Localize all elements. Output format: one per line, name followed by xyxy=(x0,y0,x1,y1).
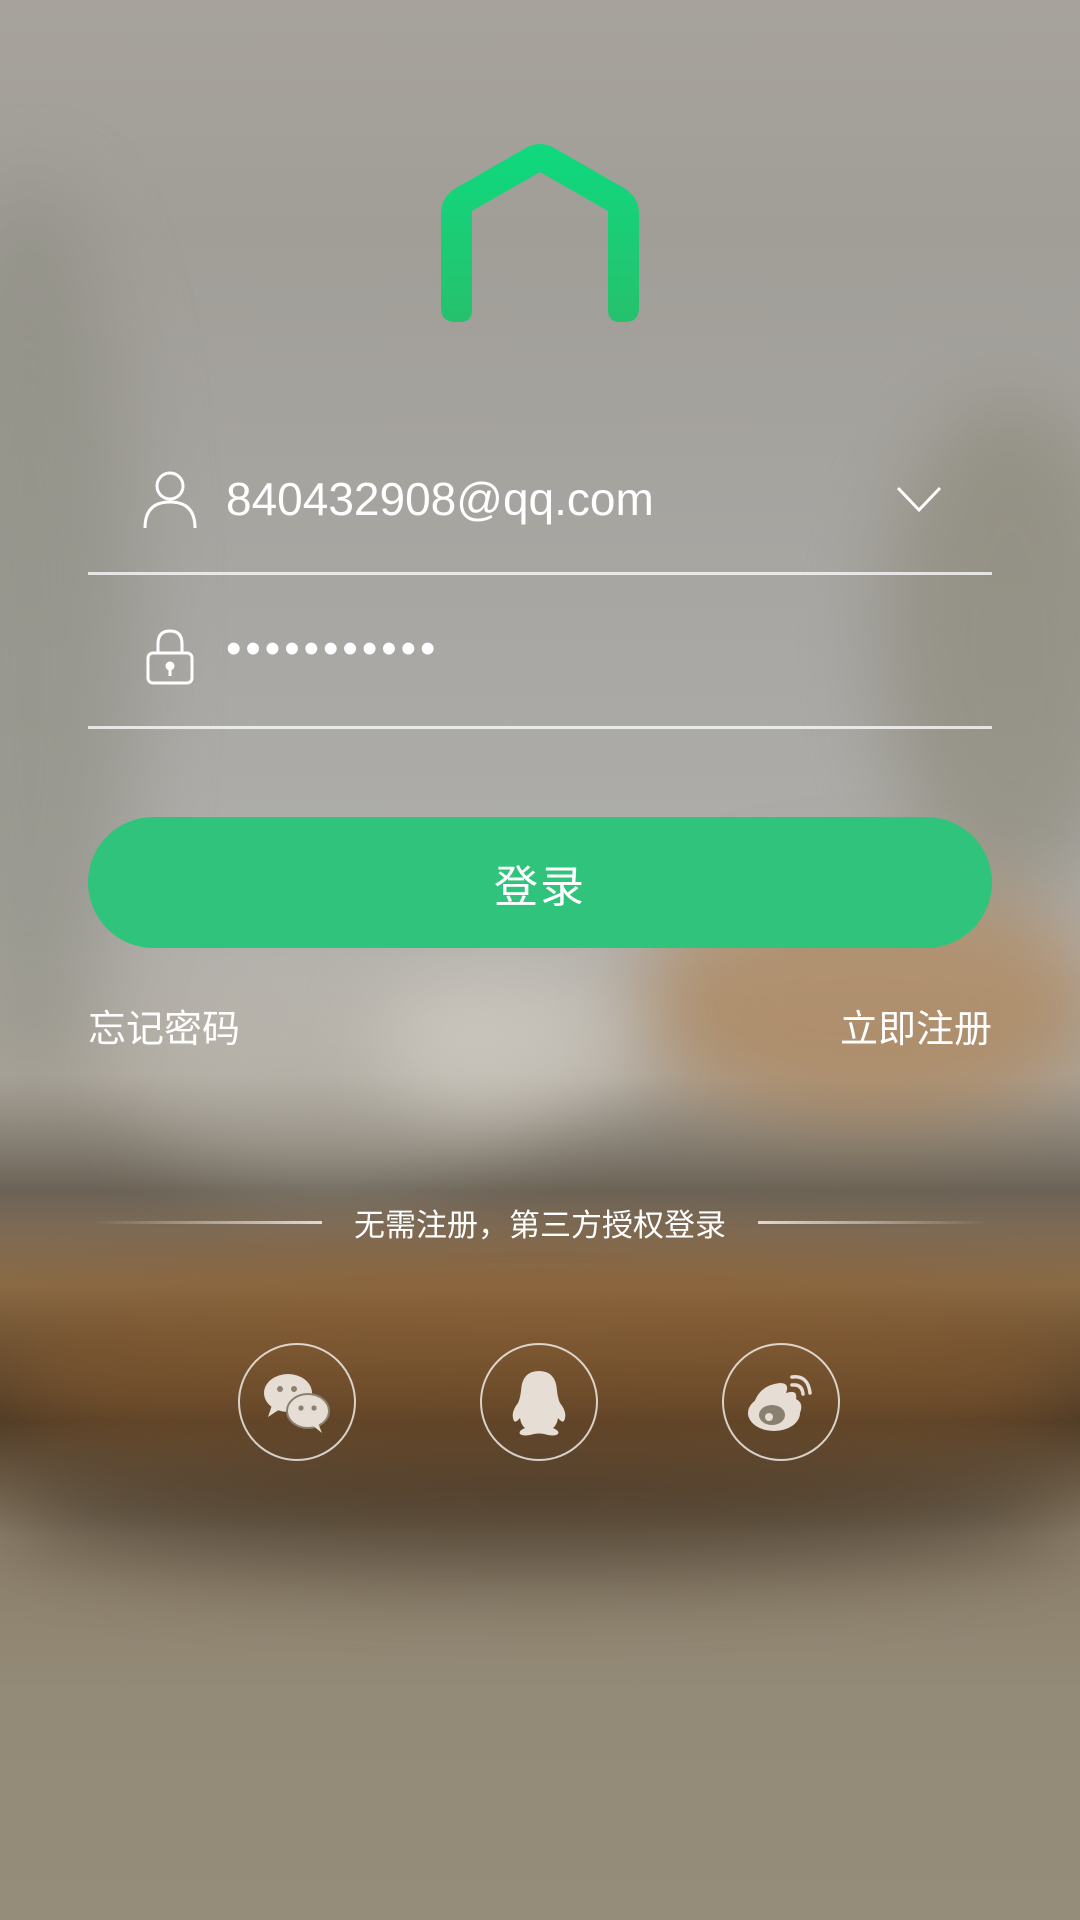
chevron-down-icon[interactable] xyxy=(896,484,942,514)
wechat-icon xyxy=(264,1374,330,1433)
third-party-login-caption: 无需注册，第三方授权登录 xyxy=(354,1208,726,1244)
weibo-login-button[interactable] xyxy=(722,1343,840,1461)
password-input[interactable]: ••••••••••• xyxy=(226,624,439,674)
forgot-password-link[interactable]: 忘记密码 xyxy=(88,998,240,1053)
account-field-row[interactable]: 840432908@qq.com xyxy=(88,422,992,575)
weibo-icon xyxy=(748,1375,812,1431)
divider-line-right xyxy=(758,1221,988,1224)
divider-line-left xyxy=(92,1221,322,1224)
register-link[interactable]: 立即注册 xyxy=(840,998,992,1053)
lock-icon xyxy=(146,629,194,685)
qq-login-button[interactable] xyxy=(480,1343,598,1461)
app-logo-house-icon xyxy=(441,144,639,322)
wechat-login-button[interactable] xyxy=(238,1343,356,1461)
account-input[interactable]: 840432908@qq.com xyxy=(226,472,654,526)
login-button[interactable]: 登录 xyxy=(88,817,992,948)
password-field-row[interactable]: ••••••••••• xyxy=(88,576,992,729)
user-icon xyxy=(143,471,197,529)
qq-icon xyxy=(512,1371,566,1436)
